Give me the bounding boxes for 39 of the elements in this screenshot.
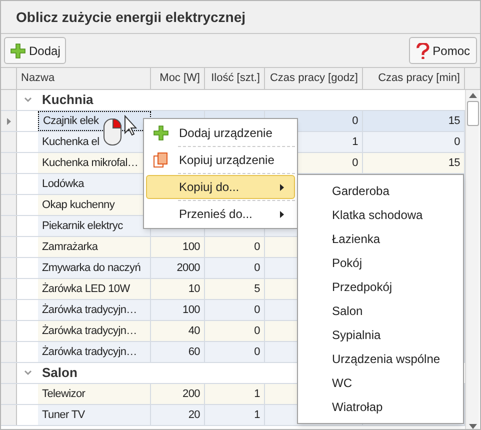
table-cell-text: 0: [254, 302, 260, 318]
window-title: Oblicz zużycie energii elektrycznej: [16, 8, 246, 27]
table-cell-text: Zamrażarka: [42, 240, 98, 255]
table-cell-text: 40: [188, 324, 200, 339]
table-cell-text: 0: [254, 344, 260, 360]
table-cell-text: Piekarnik elektryc: [42, 218, 123, 234]
table-cell-text: 20: [188, 408, 200, 423]
table-cell-text: 2000: [176, 260, 200, 276]
table-cell-text: 1: [352, 134, 358, 150]
table-cell-text: Kuchenka el: [42, 134, 100, 150]
table-cell-text: 10: [188, 282, 200, 297]
table-cell-text: 100: [182, 240, 200, 255]
table-cell-text: 1: [254, 386, 260, 402]
table-cell-text: Żarówka tradycyjn…: [42, 344, 137, 360]
table-cell-text: Czajnik elek: [43, 114, 99, 129]
table-cell-text: 15: [448, 156, 460, 171]
table-cell-text: Kuchenka mikrofal…: [42, 156, 138, 171]
table-cell-text: 0: [454, 134, 460, 150]
group-title: Kuchnia: [42, 91, 94, 110]
table-cell-text: Tuner TV: [42, 408, 85, 423]
table-cell-text: 0: [352, 114, 358, 129]
group-title: Salon: [42, 364, 78, 382]
table-cell-text: 0: [254, 240, 260, 255]
table-cell-text: Okap kuchenny: [42, 198, 115, 213]
table-cell-text: Telewizor: [42, 386, 86, 402]
table-cell-text: 0: [254, 324, 260, 339]
table-cell-text: 200: [182, 386, 200, 402]
table-cell-text: 0: [352, 156, 358, 171]
table-cell-text: Żarówka LED 10W: [42, 282, 130, 297]
table-cell-text: 5: [254, 282, 260, 297]
table-cell-text: Żarówka tradycyjn…: [42, 324, 137, 339]
table-cell-text: Żarówka tradycyjn…: [42, 302, 137, 318]
table-cell-text: 0: [254, 260, 260, 276]
table-cell-text: 100: [182, 302, 200, 318]
table-cell-text: 60: [188, 344, 200, 360]
table-cell-text: Lodówka: [42, 176, 84, 192]
table-cell-text: 1: [254, 408, 260, 423]
table-cell-text: Zmywarka do naczyń: [42, 260, 141, 276]
table-cell-text: 15: [448, 114, 460, 129]
